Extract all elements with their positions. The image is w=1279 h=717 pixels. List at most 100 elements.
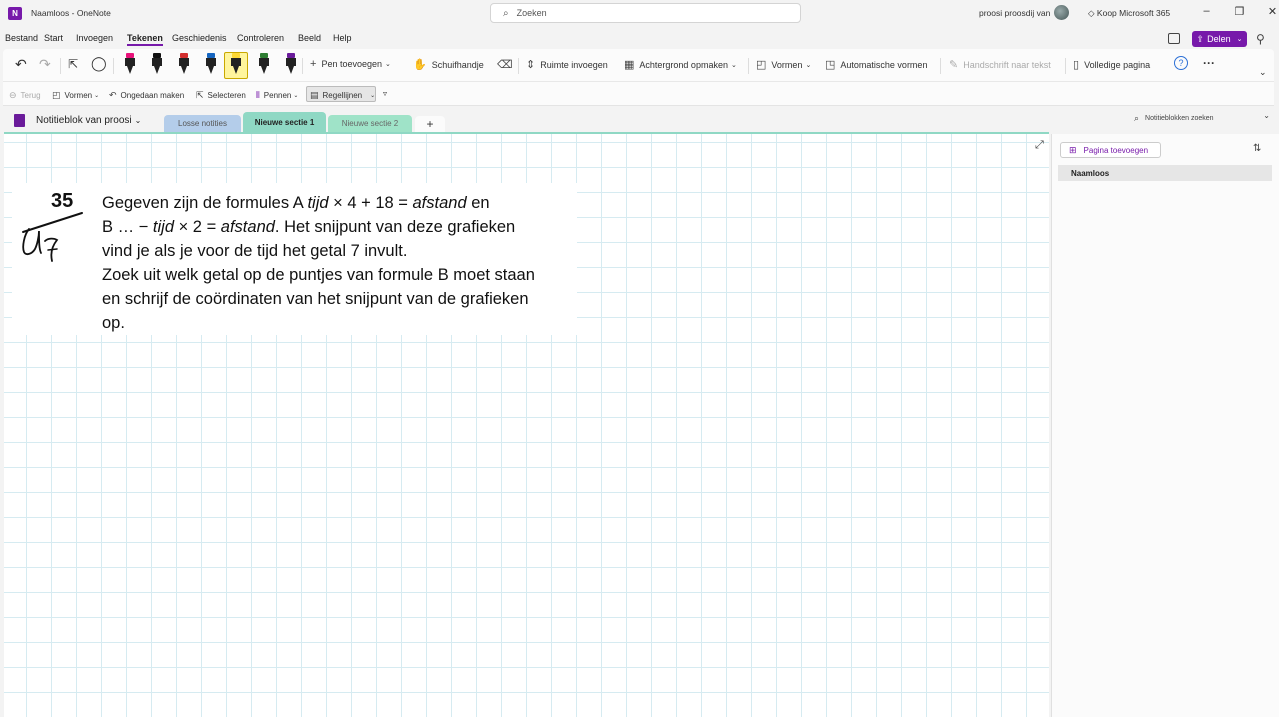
add-section-button[interactable]: + bbox=[415, 116, 445, 132]
lasso-icon[interactable]: ◯ bbox=[91, 55, 107, 72]
page-item[interactable]: Naamloos bbox=[1058, 165, 1272, 181]
menu-controleren[interactable]: Controleren bbox=[237, 33, 284, 43]
menu-tekenen[interactable]: Tekenen bbox=[127, 33, 163, 46]
exercise-line-6: op. bbox=[102, 314, 125, 332]
pen-6-button[interactable] bbox=[258, 53, 270, 75]
redo-button[interactable]: ↷ bbox=[39, 56, 51, 73]
chevron-down-icon: ⌄ bbox=[1263, 111, 1270, 120]
grid-icon: ▦ bbox=[624, 59, 635, 71]
full-page-icon: ▯ bbox=[1073, 59, 1080, 71]
add-pen-label: Pen toevoegen bbox=[321, 59, 382, 69]
notebook-search-placeholder: Notitieblokken zoeken bbox=[1145, 114, 1214, 122]
eraser-button[interactable]: ⌫ bbox=[497, 58, 518, 71]
sub-pens-button[interactable]: ⫴ Pennen ⌄ bbox=[256, 90, 298, 101]
full-page-button[interactable]: ▯ Volledige pagina bbox=[1073, 58, 1150, 71]
pens-icon: ⫴ bbox=[256, 90, 260, 100]
chevron-down-icon: ⌄ bbox=[293, 93, 299, 99]
notebook-name: Notitieblok van proosi bbox=[36, 115, 132, 126]
background-button[interactable]: ▦ Achtergrond opmaken ⌄ bbox=[624, 58, 737, 71]
search-icon: ⌕ bbox=[1134, 112, 1140, 123]
sort-icon[interactable]: ⇅ bbox=[1253, 143, 1261, 154]
minimize-button[interactable]: – bbox=[1190, 5, 1223, 18]
tab-nieuwe-sectie-2[interactable]: Nieuwe sectie 2 bbox=[328, 115, 412, 132]
tab-nieuwe-sectie-1[interactable]: Nieuwe sectie 1 bbox=[243, 112, 326, 132]
back-button[interactable]: ⊖ Terug bbox=[9, 90, 41, 101]
user-name[interactable]: proosi proosdij van bbox=[979, 8, 1050, 18]
onenote-logo-icon: N bbox=[8, 7, 22, 20]
eraser-icon: ⌫ bbox=[497, 59, 513, 71]
koop-button[interactable]: ◇ Koop Microsoft 365 bbox=[1088, 8, 1170, 19]
select-arrow-icon[interactable]: ⇱ bbox=[68, 57, 78, 71]
shapes-icon: ◰ bbox=[52, 90, 61, 100]
notebook-search-input[interactable]: ⌕ Notitieblokken zoeken ⌄ bbox=[1134, 111, 1274, 125]
menu-bar: Bestand Start Invoegen Tekenen Geschiede… bbox=[0, 30, 1279, 47]
full-page-label: Volledige pagina bbox=[1084, 59, 1151, 70]
ink-to-text-label: Handschrift naar tekst bbox=[963, 59, 1051, 70]
add-page-button[interactable]: ⊞ Pagina toevoegen bbox=[1060, 142, 1161, 158]
page-list-pane bbox=[1051, 134, 1279, 717]
customize-toolbar-icon[interactable]: ▿ bbox=[383, 89, 387, 98]
shapes-button[interactable]: ◰ Vormen ⌄ bbox=[756, 58, 811, 71]
back-arrow-icon: ⊖ bbox=[9, 90, 17, 100]
close-button[interactable]: ✕ bbox=[1256, 5, 1279, 18]
menu-beeld[interactable]: Beeld bbox=[298, 33, 321, 43]
person-icon[interactable]: ⚲ bbox=[1256, 32, 1265, 46]
exercise-line-3: vind je als je voor de tijd het getal 7 … bbox=[102, 242, 408, 260]
insert-space-button[interactable]: ⇕ Ruimte invoegen bbox=[526, 58, 608, 71]
add-page-label: Pagina toevoegen bbox=[1083, 145, 1149, 155]
more-options-button[interactable]: ··· bbox=[1203, 56, 1215, 70]
menu-bestand[interactable]: Bestand bbox=[5, 33, 38, 43]
sub-rule-lines-label: Regellijnen bbox=[322, 91, 363, 100]
shapes-label: Vormen bbox=[771, 59, 803, 70]
help-icon[interactable]: ? bbox=[1174, 56, 1188, 70]
window-title: Naamloos - OneNote bbox=[31, 8, 111, 18]
ink-to-text-button[interactable]: ✎ Handschrift naar tekst bbox=[949, 58, 1051, 71]
hand-icon: ✋ bbox=[413, 59, 427, 71]
hand-tool-label: Schuifhandje bbox=[431, 59, 484, 70]
pen-1-button[interactable] bbox=[124, 53, 136, 75]
sticky-notes-icon[interactable] bbox=[1168, 33, 1180, 44]
sub-shapes-button[interactable]: ◰ Vormen ⌄ bbox=[52, 90, 99, 101]
restore-button[interactable]: ❐ bbox=[1223, 5, 1256, 18]
background-label: Achtergrond opmaken bbox=[639, 59, 728, 70]
menu-geschiedenis[interactable]: Geschiedenis bbox=[172, 33, 227, 43]
auto-shapes-button[interactable]: ◳ Automatische vormen bbox=[825, 58, 927, 71]
ink-to-text-icon: ✎ bbox=[949, 59, 959, 71]
menu-start[interactable]: Start bbox=[44, 33, 63, 43]
search-placeholder: Zoeken bbox=[516, 8, 547, 18]
search-input[interactable]: ⌕ Zoeken bbox=[490, 3, 801, 23]
expand-icon[interactable]: ⤢ bbox=[1035, 139, 1044, 152]
pen-5-button[interactable] bbox=[230, 53, 242, 75]
exercise-line-4: Zoek uit welk getal op de puntjes van fo… bbox=[102, 266, 535, 284]
pen-2-button[interactable] bbox=[151, 53, 163, 75]
auto-shapes-icon: ◳ bbox=[825, 59, 836, 71]
undo-button[interactable]: ↶ bbox=[15, 56, 27, 73]
insert-space-label: Ruimte invoegen bbox=[540, 59, 608, 70]
share-button[interactable]: ⇪ Delen ⌄ bbox=[1192, 31, 1247, 47]
sub-undo-label: Ongedaan maken bbox=[120, 91, 185, 100]
undo-icon: ↶ bbox=[109, 90, 117, 100]
menu-invoegen[interactable]: Invoegen bbox=[76, 33, 113, 43]
tab-losse-notities[interactable]: Losse notities bbox=[164, 115, 241, 132]
menu-help[interactable]: Help bbox=[333, 33, 352, 43]
koop-label: Koop Microsoft 365 bbox=[1096, 8, 1171, 18]
hand-tool-button[interactable]: ✋ Schuifhandje bbox=[413, 58, 484, 71]
handwritten-ink bbox=[22, 212, 83, 262]
pen-4-button[interactable] bbox=[205, 53, 217, 75]
diamond-icon: ◇ bbox=[1088, 8, 1095, 18]
pen-7-button[interactable] bbox=[285, 53, 297, 75]
pen-3-button[interactable] bbox=[178, 53, 190, 75]
avatar[interactable] bbox=[1054, 5, 1069, 20]
sub-undo-button[interactable]: ↶ Ongedaan maken bbox=[109, 90, 184, 101]
sub-pens-label: Pennen bbox=[263, 91, 292, 100]
plus-icon: + bbox=[310, 58, 317, 70]
add-pen-button[interactable]: + Pen toevoegen ⌄ bbox=[310, 58, 391, 70]
insert-space-icon: ⇕ bbox=[526, 59, 536, 71]
exercise-line-5: en schrijf de coördinaten van het snijpu… bbox=[102, 290, 529, 308]
notebook-selector[interactable]: Notitieblok van proosi ⌄ bbox=[14, 114, 141, 127]
sub-rule-lines-button[interactable]: ▤ Regellijnen ⌄ bbox=[310, 90, 375, 101]
back-label: Terug bbox=[20, 91, 41, 100]
share-label: Delen bbox=[1207, 34, 1231, 44]
collapse-ribbon-icon[interactable]: ⌄ bbox=[1259, 67, 1267, 78]
sub-select-button[interactable]: ⇱ Selecteren bbox=[196, 90, 246, 101]
